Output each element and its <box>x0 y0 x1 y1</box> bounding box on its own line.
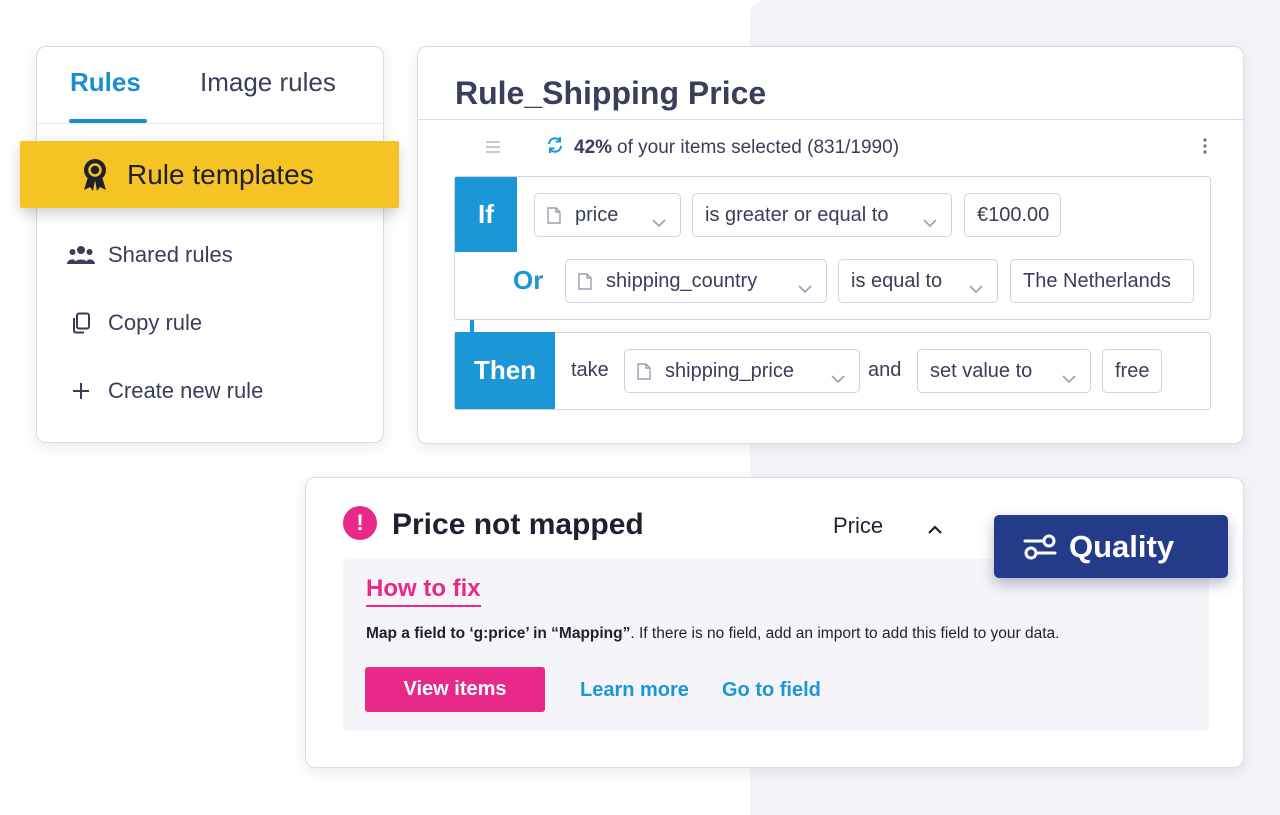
view-items-button[interactable]: View items <box>365 667 545 712</box>
fix-instructions-bold: Map a field to ‘g:price’ in “Mapping” <box>366 625 631 642</box>
divider <box>418 119 1243 120</box>
rule-title: Rule_Shipping Price <box>455 75 767 111</box>
document-icon <box>578 272 592 290</box>
quality-label: Quality <box>1069 528 1175 564</box>
menu-item-shared-rules[interactable]: Shared rules <box>67 240 233 270</box>
rule-templates-button[interactable]: Rule templates <box>20 141 399 208</box>
menu-item-label: Copy rule <box>108 310 203 335</box>
select-value: is equal to <box>851 269 943 292</box>
input-value: The Netherlands <box>1023 269 1171 292</box>
take-label: take <box>571 359 609 381</box>
condition-2-field-select[interactable]: shipping_country <box>565 259 827 303</box>
how-to-fix-title: How to fix <box>366 575 481 607</box>
alert-icon: ! <box>343 506 377 540</box>
menu-item-label: Shared rules <box>108 242 233 267</box>
drag-handle-icon[interactable] <box>486 140 500 158</box>
selection-summary: 42% of your items selected (831/1990) <box>546 133 899 163</box>
quality-badge[interactable]: Quality <box>994 515 1228 578</box>
active-tab-indicator <box>69 119 147 123</box>
select-value: set value to <box>930 359 1033 382</box>
rule-templates-label: Rule templates <box>127 158 314 190</box>
document-icon <box>637 362 651 380</box>
if-label: If <box>455 177 517 252</box>
copy-icon <box>67 309 95 337</box>
then-label: Then <box>455 332 555 409</box>
tab-rules[interactable]: Rules <box>70 67 141 98</box>
learn-more-link[interactable]: Learn more <box>580 679 689 702</box>
input-value: €100.00 <box>977 203 1050 226</box>
action-value-input[interactable]: free <box>1102 349 1162 393</box>
action-field-select[interactable]: shipping_price <box>624 349 860 393</box>
tab-image-rules[interactable]: Image rules <box>200 67 336 98</box>
input-value: free <box>1115 359 1150 382</box>
award-icon <box>80 158 110 192</box>
menu-item-label: Create new rule <box>108 378 264 403</box>
menu-item-create-new-rule[interactable]: Create new rule <box>67 376 263 406</box>
refresh-icon[interactable] <box>546 136 564 160</box>
chevron-down-icon <box>1062 367 1076 384</box>
how-to-fix-panel: How to fix Map a field to ‘g:price’ in “… <box>343 559 1209 731</box>
if-then-connector <box>470 320 474 332</box>
issue-field-label: Price <box>833 513 884 538</box>
more-options-icon[interactable] <box>1202 138 1208 159</box>
fix-instructions-rest: . If there is no field, add an import to… <box>630 625 1060 642</box>
selection-text: of your items selected (831/1990) <box>617 137 900 158</box>
selection-percent: 42% <box>574 137 613 158</box>
chevron-up-icon[interactable] <box>928 521 942 534</box>
condition-2-value-input[interactable]: The Netherlands <box>1010 259 1194 303</box>
condition-2-operator-select[interactable]: is equal to <box>838 259 998 303</box>
condition-1-operator-select[interactable]: is greater or equal to <box>692 193 952 237</box>
sliders-icon <box>1023 533 1057 561</box>
chevron-down-icon <box>652 211 666 228</box>
plus-icon <box>67 377 95 405</box>
go-to-field-link[interactable]: Go to field <box>722 679 821 702</box>
select-value: shipping_price <box>665 359 794 382</box>
chevron-down-icon <box>969 277 983 294</box>
select-value: shipping_country <box>606 269 758 292</box>
users-icon <box>67 241 95 269</box>
issue-title: Price not mapped <box>392 508 644 541</box>
condition-1-field-select[interactable]: price <box>534 193 681 237</box>
menu-item-copy-rule[interactable]: Copy rule <box>67 308 202 338</box>
chevron-down-icon <box>798 277 812 294</box>
rules-tabs: Rules Image rules <box>37 47 383 124</box>
select-value: price <box>575 203 619 226</box>
select-value: is greater or equal to <box>705 203 889 226</box>
rules-panel: Rules Image rules Shared rules Copy rule <box>36 46 384 443</box>
condition-1-value-input[interactable]: €100.00 <box>964 193 1061 237</box>
and-label: and <box>868 359 902 381</box>
rule-editor: Rule_Shipping Price 42% of your items se… <box>417 46 1244 444</box>
chevron-down-icon <box>923 211 937 228</box>
document-icon <box>547 206 561 224</box>
fix-instructions: Map a field to ‘g:price’ in “Mapping”. I… <box>366 625 1059 643</box>
action-operation-select[interactable]: set value to <box>917 349 1091 393</box>
chevron-down-icon <box>831 367 845 384</box>
or-label: Or <box>513 265 544 295</box>
